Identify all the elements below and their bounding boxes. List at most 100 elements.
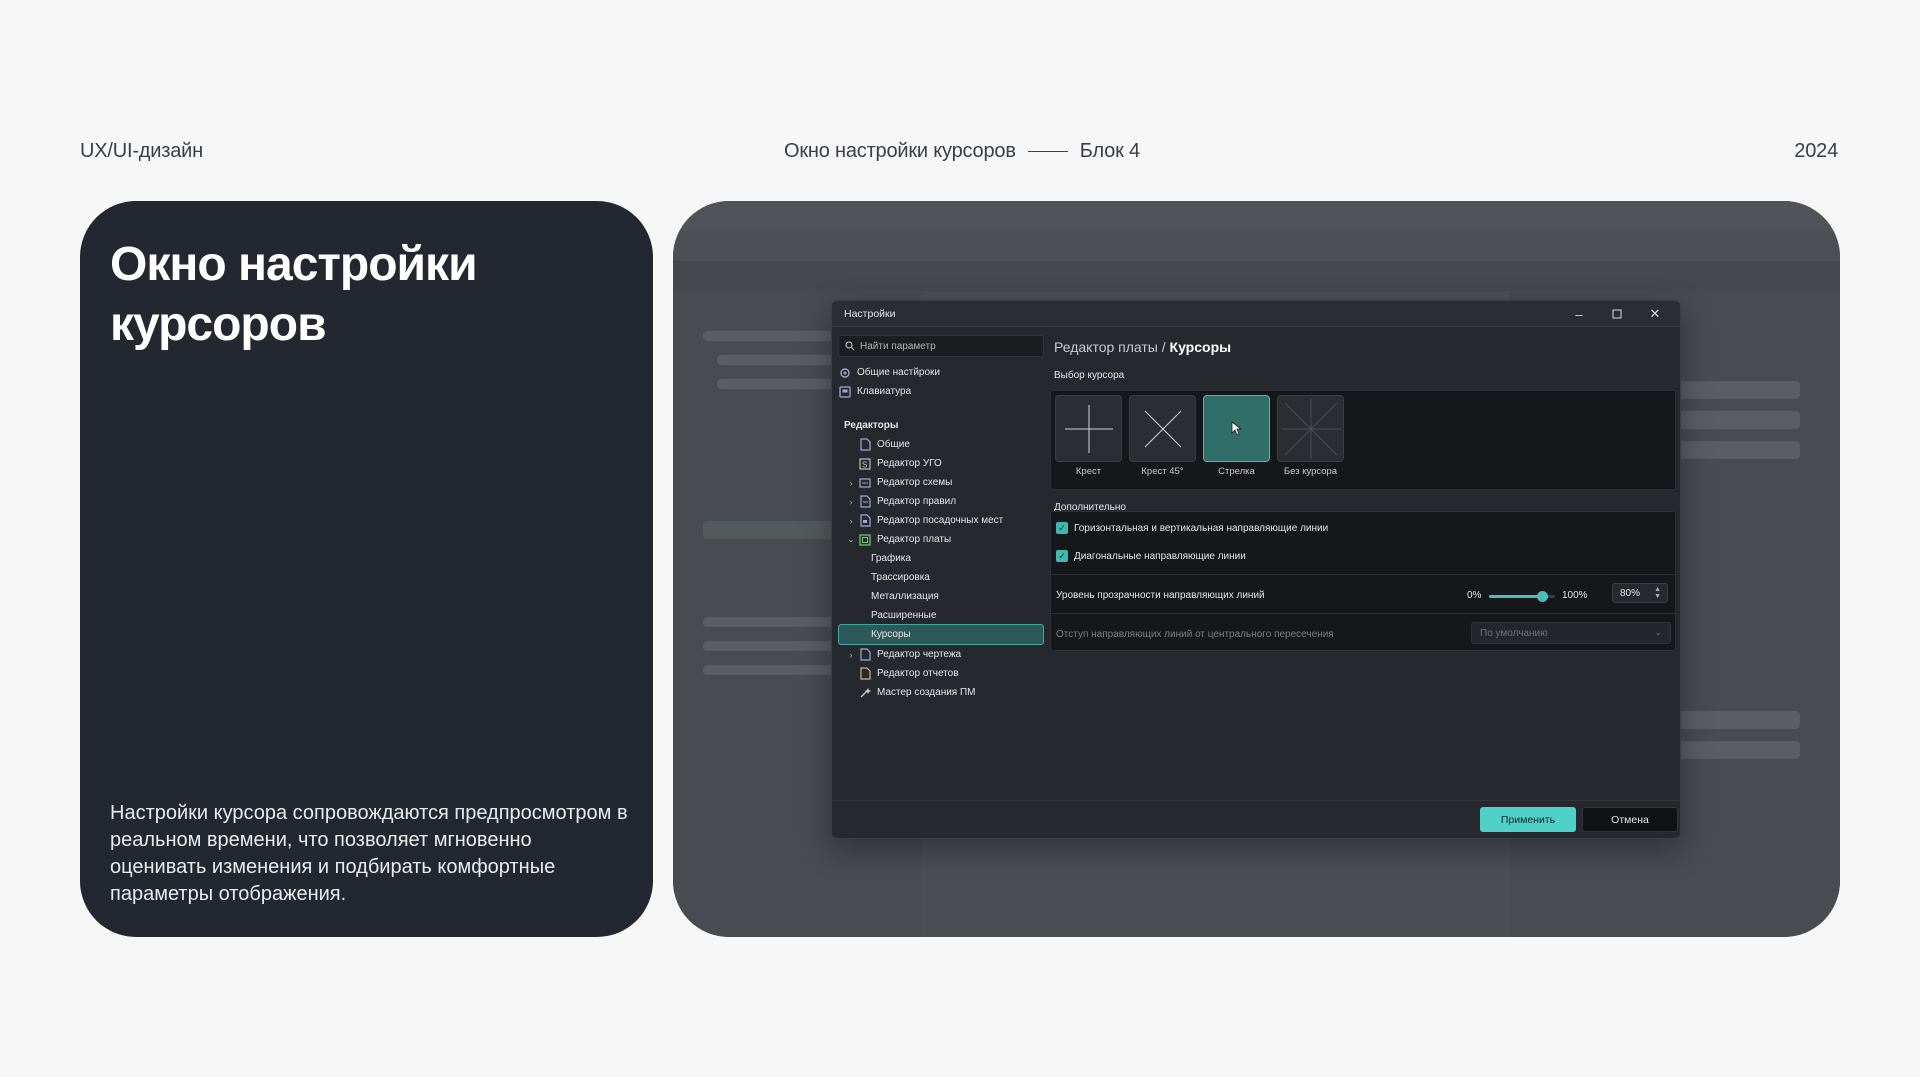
background-blur-row xyxy=(703,665,843,675)
sidebar-item-ugo-editor[interactable]: S Редактор УГО xyxy=(838,453,1044,474)
schematic-icon xyxy=(858,476,872,489)
search-box[interactable] xyxy=(838,335,1044,357)
sidebar-item-general-settings[interactable]: Общие настйроки xyxy=(838,362,1044,383)
header-year: 2024 xyxy=(1794,140,1838,162)
breadcrumb: Редактор платы / Курсоры xyxy=(1054,339,1231,355)
dialog-titlebar: Настройки – ✕ xyxy=(832,301,1680,327)
sidebar-item-label: Редактор чертежа xyxy=(877,649,962,660)
background-blur-row xyxy=(717,355,837,365)
cursor-option-label: Крест xyxy=(1075,466,1102,477)
arrow-cursor-preview xyxy=(1203,395,1270,462)
footprint-icon xyxy=(858,514,872,527)
chevron-right-icon[interactable]: › xyxy=(844,650,858,660)
window-controls: – ✕ xyxy=(1560,301,1674,327)
symbol-icon: S xyxy=(858,457,872,470)
description-card: Окно настройки курсоров Настройки курсор… xyxy=(80,201,653,937)
sidebar-item-graphics[interactable]: Графика xyxy=(838,548,1044,569)
sidebar-item-editors-general[interactable]: Общие xyxy=(838,434,1044,455)
spin-arrows-icon[interactable]: ▲ ▼ xyxy=(1654,586,1661,600)
svg-text:S: S xyxy=(862,460,867,469)
sidebar-item-keyboard[interactable]: Клавиатура xyxy=(838,381,1044,402)
sidebar-item-label: Общие xyxy=(877,439,910,450)
chevron-down-icon[interactable]: ⌄ xyxy=(844,534,858,545)
header-title-group: Окно настройки курсоров Блок 4 xyxy=(784,140,1140,163)
app-screenshot: Настройки – ✕ Общие настйроки Клавиат xyxy=(673,201,1840,937)
cursor-section-label: Выбор курсора xyxy=(1054,370,1125,381)
sidebar-item-label: Редактор отчетов xyxy=(877,668,959,679)
extra-settings: ✓ Горизонтальная и вертикальная направля… xyxy=(1050,511,1676,651)
no-cursor-icon xyxy=(1280,398,1341,459)
cursor-option-none[interactable]: Без курсора xyxy=(1277,395,1344,477)
sidebar-item-routing[interactable]: Трассировка xyxy=(838,567,1044,588)
divider xyxy=(1051,574,1675,575)
cursor-picker: Крест Крест 45° Стрелка Без курсора xyxy=(1050,390,1676,490)
checkbox-checked[interactable]: ✓ xyxy=(1056,550,1068,562)
sidebar-item-rules-editor[interactable]: › Редактор правил xyxy=(838,491,1044,512)
sidebar-item-metallization[interactable]: Металлизация xyxy=(838,586,1044,607)
settings-dialog: Настройки – ✕ Общие настйроки Клавиат xyxy=(831,300,1681,839)
opacity-spinbox[interactable]: 80% ▲ ▼ xyxy=(1612,583,1668,603)
keyboard-icon xyxy=(838,385,852,398)
background-app-tabs xyxy=(673,261,1840,291)
rules-icon xyxy=(858,495,872,508)
chevron-right-icon[interactable]: › xyxy=(844,478,858,488)
background-app-menubar xyxy=(673,231,1840,261)
sidebar-item-report-editor[interactable]: Редактор отчетов xyxy=(838,663,1044,684)
chevron-right-icon[interactable]: › xyxy=(844,516,858,526)
close-icon[interactable]: ✕ xyxy=(1636,301,1674,327)
header-block: Блок 4 xyxy=(1079,140,1140,162)
opacity-max-label: 100% xyxy=(1562,590,1588,601)
sidebar-item-label: Редактор схемы xyxy=(877,477,953,488)
opacity-min-label: 0% xyxy=(1467,590,1482,601)
sidebar-item-drawing-editor[interactable]: › Редактор чертежа xyxy=(838,644,1044,665)
breadcrumb-parent[interactable]: Редактор платы xyxy=(1054,339,1158,355)
sidebar-item-schematic-editor[interactable]: › Редактор схемы xyxy=(838,472,1044,493)
checkbox-label: Диагональные направляющие линии xyxy=(1074,550,1246,562)
cursor-option-cross[interactable]: Крест xyxy=(1055,395,1122,477)
minimize-icon[interactable]: – xyxy=(1560,301,1598,327)
offset-select[interactable]: По умолчанию ⌄ xyxy=(1471,622,1671,644)
settings-content: Редактор платы / Курсоры Выбор курсора К… xyxy=(1045,328,1680,800)
maximize-icon[interactable] xyxy=(1598,301,1636,327)
sidebar-item-pm-wizard[interactable]: Мастер создания ПМ xyxy=(838,682,1044,703)
breadcrumb-current: Курсоры xyxy=(1169,339,1232,355)
checkbox-checked[interactable]: ✓ xyxy=(1056,522,1068,534)
cross-cursor-preview xyxy=(1055,395,1122,462)
cursor-option-label: Стрелка xyxy=(1218,466,1255,477)
sidebar-item-board-editor[interactable]: ⌄ Редактор платы xyxy=(838,529,1044,550)
dialog-title: Настройки xyxy=(844,307,896,320)
wizard-icon xyxy=(858,686,872,699)
chevron-right-icon[interactable]: › xyxy=(844,497,858,507)
card-title: Окно настройки курсоров xyxy=(110,238,478,351)
diagonal-lines-checkbox-row[interactable]: ✓ Диагональные направляющие линии xyxy=(1056,550,1246,562)
offset-select-value: По умолчанию xyxy=(1480,627,1548,639)
background-app-titlebar xyxy=(673,201,1840,231)
sidebar-item-label: Редактор УГО xyxy=(877,458,942,469)
header-divider xyxy=(1027,151,1068,152)
sidebar-item-label: Редактор платы xyxy=(877,534,952,545)
opacity-slider-fill xyxy=(1489,595,1542,598)
guide-lines-checkbox-row[interactable]: ✓ Горизонтальная и вертикальная направля… xyxy=(1056,522,1328,534)
cursor-option-cross-45[interactable]: Крест 45° xyxy=(1129,395,1196,477)
cursor-option-arrow[interactable]: Стрелка xyxy=(1203,395,1270,477)
opacity-slider[interactable] xyxy=(1489,591,1555,602)
settings-sidebar: Общие настйроки Клавиатура Редакторы Общ… xyxy=(832,328,1044,800)
sidebar-item-label: Общие настйроки xyxy=(857,367,940,378)
sidebar-item-cursors[interactable]: Курсоры xyxy=(838,624,1044,645)
apply-button[interactable]: Применить xyxy=(1480,807,1576,832)
opacity-slider-thumb[interactable] xyxy=(1536,591,1548,602)
cross-45-cursor-preview xyxy=(1129,395,1196,462)
no-cursor-preview xyxy=(1277,395,1344,462)
cancel-button[interactable]: Отмена xyxy=(1582,807,1678,832)
dialog-footer: Применить Отмена xyxy=(832,800,1680,838)
sidebar-item-footprint-editor[interactable]: › Редактор посадочных мест xyxy=(838,510,1044,531)
sidebar-item-advanced[interactable]: Расширенные xyxy=(838,605,1044,626)
drawing-icon xyxy=(858,648,872,661)
sidebar-item-label: Редактор правил xyxy=(877,496,957,507)
card-description: Настройки курсора сопровождаются предпро… xyxy=(110,802,628,905)
chevron-down-icon: ⌄ xyxy=(1654,627,1662,637)
breadcrumb-separator: / xyxy=(1157,339,1170,355)
search-input[interactable] xyxy=(860,340,1040,352)
background-blur-row xyxy=(717,379,847,389)
sidebar-item-label: Редактор посадочных мест xyxy=(877,515,1004,526)
